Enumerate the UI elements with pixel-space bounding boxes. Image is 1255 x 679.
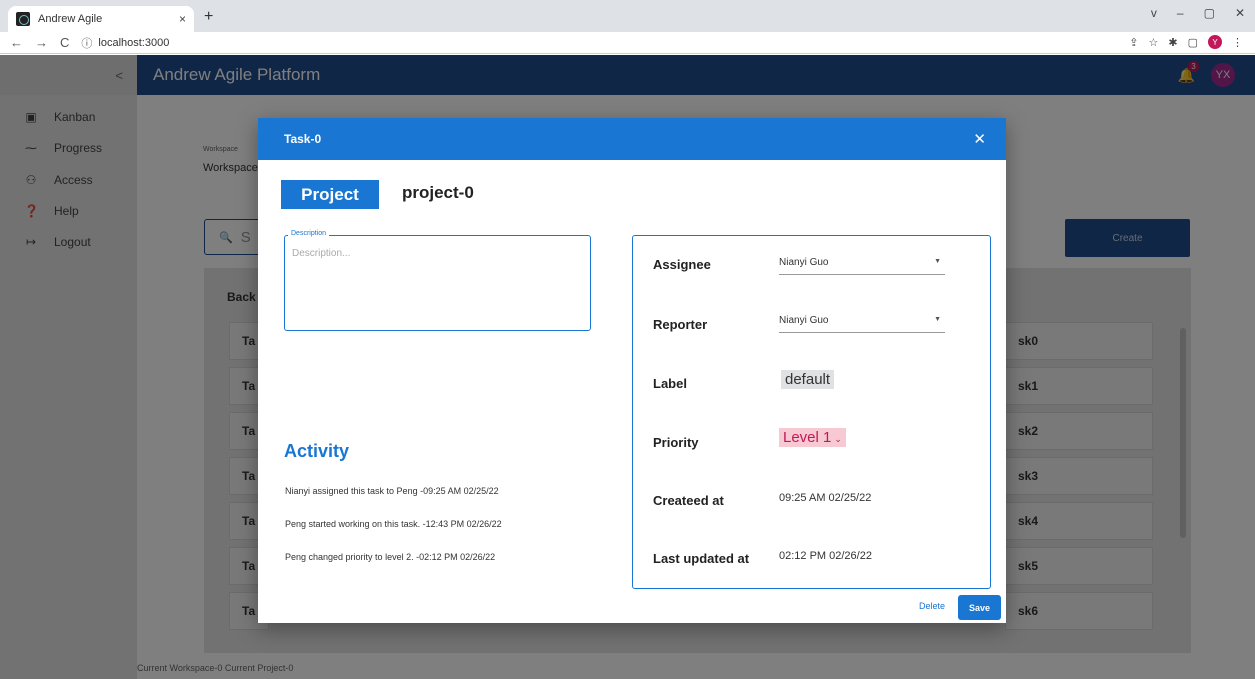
browser-tab-bar: Andrew Agile × + v – ▢ ✕ bbox=[0, 0, 1255, 32]
delete-button[interactable]: Delete bbox=[919, 601, 945, 611]
back-icon[interactable]: ← bbox=[10, 35, 23, 50]
share-icon[interactable]: ⇪ bbox=[1129, 36, 1138, 49]
label-chip[interactable]: default bbox=[781, 370, 835, 389]
activity-item: Peng changed priority to level 2. -02:12… bbox=[285, 552, 496, 562]
chevron-down-icon: ⌄ bbox=[834, 434, 842, 444]
dialog-title: Task-0 bbox=[284, 132, 322, 146]
address-bar: ← → C ⓘ localhost:3000 ⇪ ☆ ✱ ▢ Y ⋮ bbox=[0, 32, 1255, 54]
description-placeholder: Description... bbox=[292, 248, 351, 259]
reporter-value: Nianyi Guo bbox=[779, 315, 829, 326]
updated-value: 02:12 PM 02/26/22 bbox=[779, 550, 872, 562]
reload-icon[interactable]: C bbox=[60, 35, 69, 50]
created-value: 09:25 AM 02/25/22 bbox=[779, 492, 872, 504]
label-label: Label bbox=[653, 376, 687, 391]
tab-search-icon[interactable]: v bbox=[1151, 6, 1157, 20]
restore-icon[interactable]: ▢ bbox=[1204, 6, 1215, 20]
save-button[interactable]: Save bbox=[958, 595, 1001, 620]
task-dialog: Task-0 ✕ Project project-0 Description D… bbox=[258, 118, 1006, 623]
url-text: localhost:3000 bbox=[98, 36, 170, 49]
url-field[interactable]: ⓘ localhost:3000 bbox=[81, 35, 169, 51]
minimize-icon[interactable]: – bbox=[1177, 6, 1184, 20]
tab-title: Andrew Agile bbox=[38, 13, 103, 25]
priority-select[interactable]: Level 1 ⌄ bbox=[779, 428, 846, 447]
sidepanel-icon[interactable]: ▢ bbox=[1188, 36, 1198, 49]
browser-toolbar: ⇪ ☆ ✱ ▢ Y ⋮ bbox=[1129, 35, 1243, 49]
priority-label: Priority bbox=[653, 435, 699, 450]
project-name: project-0 bbox=[402, 183, 474, 202]
assignee-value: Nianyi Guo bbox=[779, 257, 829, 268]
dropdown-arrow-icon: ▼ bbox=[934, 258, 941, 265]
dropdown-arrow-icon: ▼ bbox=[934, 316, 941, 323]
star-icon[interactable]: ☆ bbox=[1149, 36, 1159, 49]
browser-tab[interactable]: Andrew Agile × bbox=[8, 6, 194, 32]
activity-item: Peng started working on this task. -12:4… bbox=[285, 519, 502, 529]
site-info-icon[interactable]: ⓘ bbox=[81, 35, 92, 51]
tab-close-icon[interactable]: × bbox=[179, 12, 186, 26]
updated-label: Last updated at bbox=[653, 551, 750, 566]
extensions-icon[interactable]: ✱ bbox=[1168, 36, 1177, 49]
react-favicon-icon bbox=[16, 12, 30, 26]
profile-icon[interactable]: Y bbox=[1208, 35, 1222, 49]
reporter-label: Reporter bbox=[653, 317, 708, 332]
new-tab-button[interactable]: + bbox=[204, 8, 213, 26]
description-label: Description bbox=[288, 230, 330, 237]
window-controls: v – ▢ ✕ bbox=[1151, 6, 1245, 20]
close-icon[interactable]: ✕ bbox=[973, 130, 986, 148]
forward-icon[interactable]: → bbox=[35, 35, 48, 50]
project-tag: Project bbox=[281, 180, 379, 209]
activity-item: Nianyi assigned this task to Peng -09:25… bbox=[285, 486, 499, 496]
reporter-select[interactable]: Nianyi Guo ▼ bbox=[779, 315, 945, 333]
dialog-header: Task-0 bbox=[258, 118, 1006, 160]
menu-icon[interactable]: ⋮ bbox=[1232, 36, 1243, 49]
created-label: Createed at bbox=[653, 493, 724, 508]
task-details-panel: Assignee Nianyi Guo ▼ Reporter Nianyi Gu… bbox=[632, 235, 991, 589]
activity-title: Activity bbox=[284, 441, 350, 461]
assignee-label: Assignee bbox=[653, 257, 711, 272]
close-window-icon[interactable]: ✕ bbox=[1235, 6, 1245, 20]
priority-value: Level 1 bbox=[783, 429, 832, 446]
assignee-select[interactable]: Nianyi Guo ▼ bbox=[779, 257, 945, 275]
